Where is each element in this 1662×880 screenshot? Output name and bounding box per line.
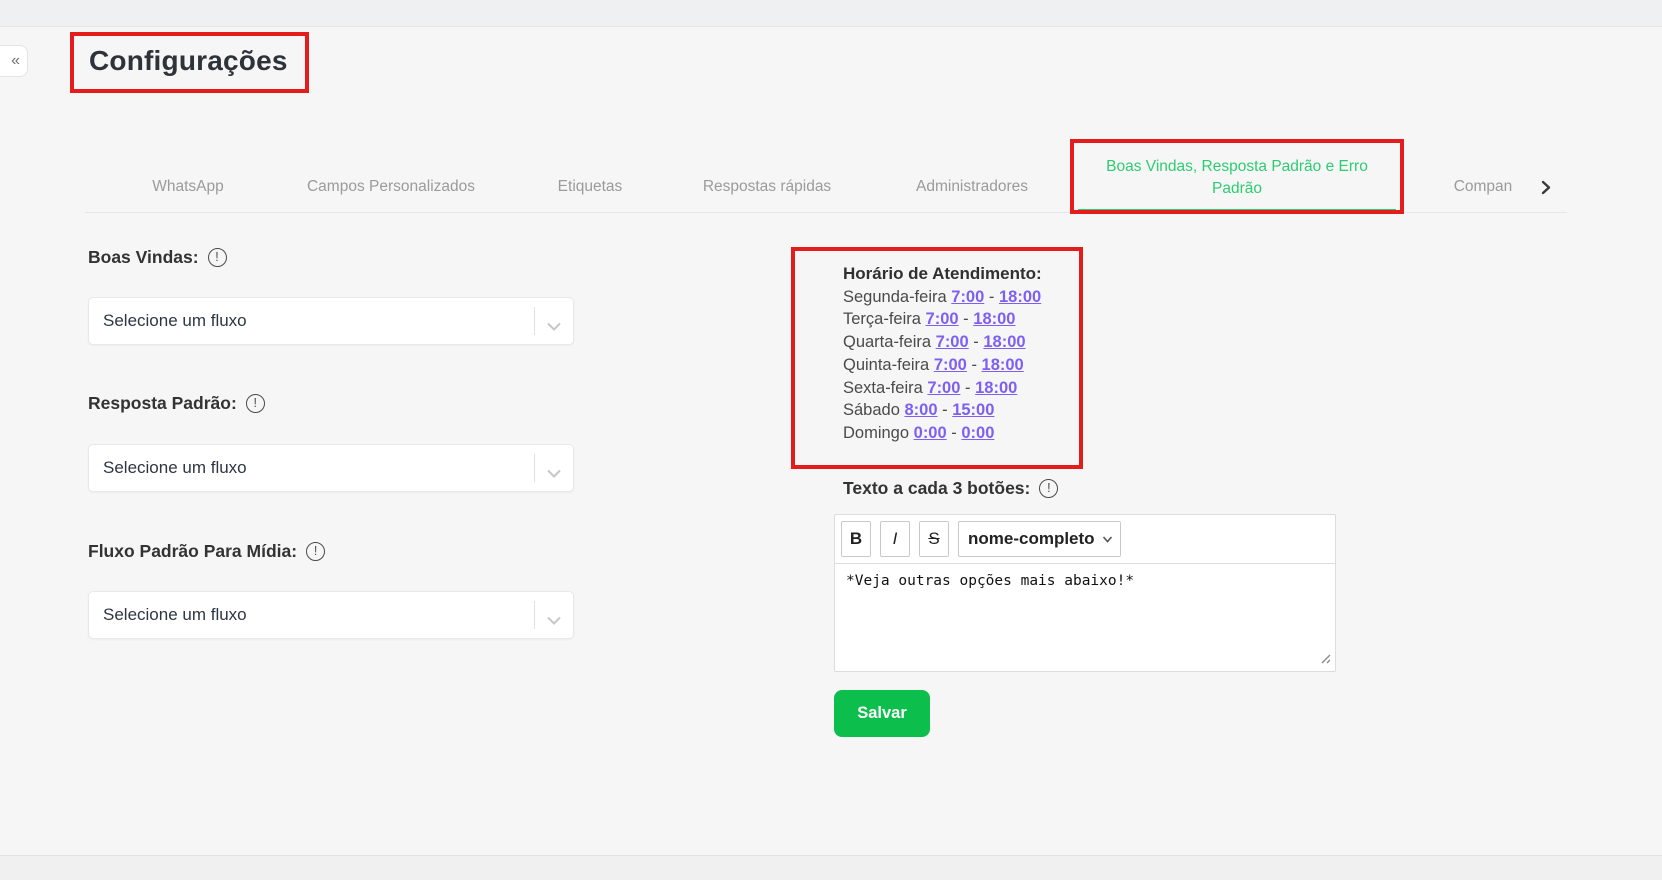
tab-whatsapp[interactable]: WhatsApp — [152, 177, 224, 197]
chevron-right-icon — [1538, 180, 1553, 195]
exclamation-glyph: ! — [1047, 482, 1050, 495]
start-time-link[interactable]: 7:00 — [951, 288, 984, 306]
end-time-link[interactable]: 18:00 — [982, 356, 1024, 374]
start-time-link[interactable]: 8:00 — [904, 401, 937, 419]
rich-text-editor: B I S nome-completo *Veja outras opções … — [834, 514, 1336, 672]
exclamation-glyph: ! — [215, 251, 218, 264]
exclamation-glyph: ! — [314, 545, 317, 558]
boas-vindas-flow-select[interactable]: Selecione um fluxo — [88, 297, 574, 345]
schedule-row-monday: Segunda-feira 7:00 - 18:00 — [843, 286, 1042, 309]
schedule-day: Domingo — [843, 424, 909, 442]
message-textarea[interactable]: *Veja outras opções mais abaixo!* — [835, 564, 1335, 672]
page-title: Configurações — [89, 45, 288, 77]
variable-select-value: nome-completo — [968, 529, 1095, 549]
editor-toolbar: B I S nome-completo — [835, 515, 1335, 564]
tab-respostas-rapidas[interactable]: Respostas rápidas — [703, 177, 831, 197]
select-value: Selecione um fluxo — [103, 298, 247, 344]
schedule-row-friday: Sexta-feira 7:00 - 18:00 — [843, 377, 1042, 400]
save-button[interactable]: Salvar — [834, 690, 930, 737]
end-time-link[interactable]: 15:00 — [952, 401, 994, 419]
time-separator: - — [951, 424, 957, 442]
start-time-link[interactable]: 7:00 — [927, 379, 960, 397]
time-separator: - — [963, 310, 969, 328]
select-divider — [534, 601, 535, 629]
start-time-link[interactable]: 7:00 — [936, 333, 969, 351]
resize-handle[interactable] — [1320, 652, 1331, 668]
schedule-row-wednesday: Quarta-feira 7:00 - 18:00 — [843, 331, 1042, 354]
fluxo-midia-flow-select[interactable]: Selecione um fluxo — [88, 591, 574, 639]
schedule-row-thursday: Quinta-feira 7:00 - 18:00 — [843, 354, 1042, 377]
tabs-scroll-right-button[interactable] — [1538, 180, 1553, 200]
info-icon[interactable]: ! — [208, 248, 227, 267]
info-icon[interactable]: ! — [1039, 479, 1058, 498]
bold-button[interactable]: B — [841, 521, 871, 557]
italic-button[interactable]: I — [880, 521, 910, 557]
schedule-day: Segunda-feira — [843, 288, 947, 306]
schedule-day: Terça-feira — [843, 310, 921, 328]
time-separator: - — [942, 401, 948, 419]
variable-select[interactable]: nome-completo — [958, 521, 1121, 557]
schedule-row-saturday: Sábado 8:00 - 15:00 — [843, 399, 1042, 422]
footer-area — [0, 856, 1662, 880]
annotation-box-title: Configurações — [70, 32, 309, 93]
resposta-padrao-field-label: Resposta Padrão: ! — [88, 393, 265, 414]
schedule-block: Horário de Atendimento: Segunda-feira 7:… — [843, 263, 1042, 445]
schedule-row-sunday: Domingo 0:00 - 0:00 — [843, 422, 1042, 445]
start-time-link[interactable]: 7:00 — [934, 356, 967, 374]
tab-etiquetas[interactable]: Etiquetas — [558, 177, 623, 197]
schedule-day: Sábado — [843, 401, 900, 419]
info-icon[interactable]: ! — [306, 542, 325, 561]
strikethrough-button[interactable]: S — [919, 521, 949, 557]
field-label-text: Texto a cada 3 botões: — [843, 478, 1030, 499]
start-time-link[interactable]: 0:00 — [914, 424, 947, 442]
exclamation-glyph: ! — [254, 397, 257, 410]
top-strip — [0, 0, 1662, 27]
schedule-day: Sexta-feira — [843, 379, 923, 397]
select-divider — [534, 454, 535, 482]
time-separator: - — [971, 356, 977, 374]
select-value: Selecione um fluxo — [103, 592, 247, 638]
start-time-link[interactable]: 7:00 — [926, 310, 959, 328]
resposta-padrao-flow-select[interactable]: Selecione um fluxo — [88, 444, 574, 492]
end-time-link[interactable]: 18:00 — [983, 333, 1025, 351]
select-divider — [534, 307, 535, 335]
schedule-title: Horário de Atendimento: — [843, 263, 1042, 286]
chevron-down-icon — [546, 612, 562, 630]
field-label-text: Resposta Padrão: — [88, 393, 237, 414]
end-time-link[interactable]: 18:00 — [973, 310, 1015, 328]
end-time-link[interactable]: 18:00 — [999, 288, 1041, 306]
field-label-text: Fluxo Padrão Para Mídia: — [88, 541, 297, 562]
tab-administradores[interactable]: Administradores — [916, 177, 1028, 197]
info-icon[interactable]: ! — [246, 394, 265, 413]
collapse-chevrons-icon: « — [11, 52, 20, 70]
schedule-row-tuesday: Terça-feira 7:00 - 18:00 — [843, 308, 1042, 331]
annotation-box-active-tab — [1070, 139, 1404, 214]
sidebar-collapse-button[interactable]: « — [0, 45, 28, 77]
schedule-day: Quarta-feira — [843, 333, 931, 351]
schedule-day: Quinta-feira — [843, 356, 929, 374]
boas-vindas-field-label: Boas Vindas: ! — [88, 247, 227, 268]
settings-page: « Configurações WhatsApp Campos Personal… — [0, 0, 1662, 880]
field-label-text: Boas Vindas: — [88, 247, 199, 268]
chevron-down-icon — [546, 465, 562, 483]
select-value: Selecione um fluxo — [103, 445, 247, 491]
end-time-link[interactable]: 0:00 — [961, 424, 994, 442]
time-separator: - — [989, 288, 995, 306]
tab-compan-truncated[interactable]: Compan — [1454, 177, 1513, 197]
chevron-down-icon — [546, 318, 562, 336]
textarea-content: *Veja outras opções mais abaixo!* — [846, 573, 1134, 589]
fluxo-midia-field-label: Fluxo Padrão Para Mídia: ! — [88, 541, 325, 562]
tab-campos-personalizados[interactable]: Campos Personalizados — [307, 177, 475, 197]
texto-3-botoes-label: Texto a cada 3 botões: ! — [843, 478, 1058, 499]
time-separator: - — [965, 379, 971, 397]
time-separator: - — [973, 333, 979, 351]
end-time-link[interactable]: 18:00 — [975, 379, 1017, 397]
chevron-down-icon — [1102, 536, 1113, 543]
